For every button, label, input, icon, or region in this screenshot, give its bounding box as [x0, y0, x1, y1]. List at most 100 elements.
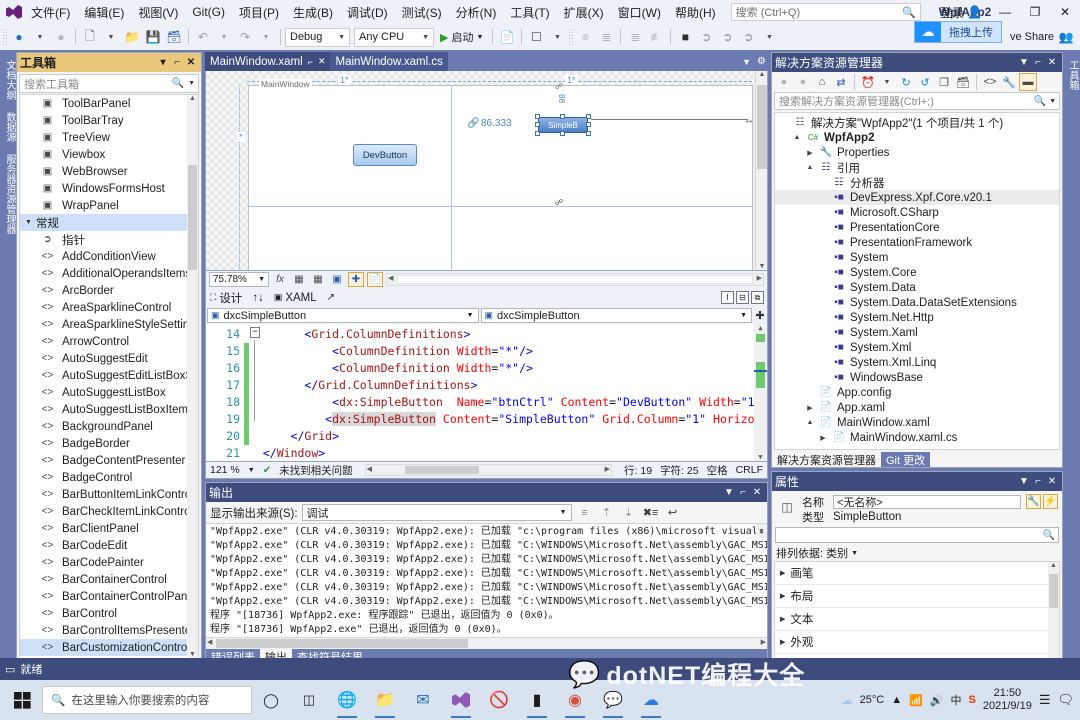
code-hscroll-thumb[interactable] — [405, 466, 479, 474]
weather-icon[interactable]: ☁ — [842, 694, 853, 707]
scroll-up-icon[interactable]: ▲ — [756, 71, 768, 78]
toolbox-item[interactable]: ▣WindowsFormsHost — [20, 180, 198, 197]
toolbox-item[interactable]: <>AreaSparklineControl — [20, 299, 198, 316]
toolbox-item[interactable]: <>ArcBorder — [20, 282, 198, 299]
show-all-files-icon[interactable]: ❐ — [935, 73, 953, 91]
collapse-all-icon[interactable]: ↺ — [916, 73, 934, 91]
toolbox-item[interactable]: <>BarButtonItemLinkControl — [20, 486, 198, 503]
solution-tree-node[interactable]: ▪■System.Net.Http — [775, 310, 1059, 325]
toolbox-item[interactable]: <>BarCheckItemLinkControl — [20, 503, 198, 520]
solution-explorer-menu-icon[interactable]: ▼ — [1017, 57, 1031, 68]
save-icon[interactable]: 💾 — [143, 26, 163, 48]
toolbox-item[interactable]: <>BadgeContentPresenter — [20, 452, 198, 469]
close-button[interactable]: ✕ — [1050, 0, 1080, 24]
toolbox-item-selected[interactable]: <>BarCustomizationControl — [20, 639, 198, 656]
designer-hscrollbar[interactable]: ◀ ▶ — [386, 273, 764, 286]
resize-handle-e[interactable] — [586, 122, 591, 127]
code-hscrollbar[interactable]: ◀ ▶ — [365, 464, 612, 476]
solution-tree-node[interactable]: ▪■System.Xml — [775, 340, 1059, 355]
solution-tree-node[interactable]: ▪■System.Data.DataSetExtensions — [775, 295, 1059, 310]
scroll-down-icon[interactable]: ▼ — [756, 263, 768, 270]
menu-item-build[interactable]: 生成(B) — [286, 1, 340, 24]
toolbox-item[interactable]: ➲指针 — [20, 231, 198, 248]
chain-link-icon-vertical[interactable]: ☍ — [555, 82, 563, 91]
menu-item-project[interactable]: 项目(P) — [232, 1, 286, 24]
wifi-icon[interactable]: 📶 — [909, 694, 923, 707]
clear-bookmarks-icon[interactable]: ➲ — [738, 26, 758, 48]
resize-handle-n[interactable] — [560, 114, 565, 119]
toolbox-search-input[interactable]: 搜索工具箱 🔍 ▼ — [19, 74, 199, 93]
toolbox-item[interactable]: ▣TreeView — [20, 129, 198, 146]
solution-tree-node[interactable]: ▲☷引用 — [775, 160, 1059, 175]
solution-tree-node[interactable]: ▶📄MainWindow.xaml.cs — [775, 430, 1059, 445]
properties-close-icon[interactable]: ✕ — [1045, 476, 1059, 487]
resize-handle-nw[interactable] — [535, 114, 540, 119]
toolbox-menu-icon[interactable]: ▾ — [156, 57, 170, 68]
upload-widget[interactable]: ☁ 拖拽上传 — [914, 21, 1002, 43]
toolbox-list[interactable]: ▣ToolBarPanel▣ToolBarTray▣TreeView▣Viewb… — [19, 94, 199, 663]
tab-list-chevron-icon[interactable]: ▼ — [742, 57, 751, 67]
properties-window-icon[interactable]: 🗃 — [954, 73, 972, 91]
properties-filter-input[interactable]: 🔍 — [775, 527, 1059, 543]
windows-start-icon[interactable] — [2, 680, 42, 720]
toolbox-pin-icon[interactable]: ⌐ — [170, 57, 184, 68]
solution-tree-node[interactable]: ▲C#WpfApp2 — [775, 130, 1059, 145]
toolbox-item[interactable]: <>BackgroundPanel — [20, 418, 198, 435]
solution-tree-node[interactable]: 📄App.config — [775, 385, 1059, 400]
new-project-dropdown-icon[interactable]: ▼ — [101, 26, 121, 48]
scroll-left-icon[interactable]: ◀ — [388, 274, 393, 282]
solution-tree-node[interactable]: ▪■System.Xml.Linq — [775, 355, 1059, 370]
sign-in-button[interactable]: 登录 👤 — [932, 4, 990, 21]
terminal-icon[interactable]: ▮ — [518, 680, 556, 720]
live-share-icon[interactable]: 👥 — [1056, 26, 1076, 48]
tab-pin-icon[interactable]: ⌐ — [308, 57, 313, 67]
menu-item-window[interactable]: 窗口(W) — [611, 1, 668, 24]
solution-tree-node[interactable]: ▪■WindowsBase — [775, 370, 1059, 385]
solution-explorer-search-input[interactable]: 搜索解决方案资源管理器(Ctrl+;) 🔍 ▼ — [774, 92, 1060, 110]
meeting-icon[interactable]: ☰ — [1039, 692, 1051, 708]
properties-pin-icon[interactable]: ⌐ — [1031, 476, 1045, 487]
wechat-icon[interactable]: 💬 — [594, 680, 632, 720]
solution-tree-node[interactable]: ▪■System.Data — [775, 280, 1059, 295]
toolbox-item[interactable]: <>BarControlItemsPresenter — [20, 622, 198, 639]
menu-item-analyze[interactable]: 分析(N) — [449, 1, 504, 24]
menu-item-test[interactable]: 测试(S) — [395, 1, 449, 24]
toolbox-item[interactable]: <>AutoSuggestEditListBoxSty… — [20, 367, 198, 384]
code-line[interactable]: </Window> — [249, 445, 767, 461]
netdisk-icon[interactable]: ☁ — [632, 680, 670, 720]
start-debug-button[interactable]: ▶ 启动 ▼ — [435, 29, 488, 45]
scroll-down-icon[interactable]: ▼ — [756, 524, 767, 538]
triangle-collapsed-icon[interactable]: ▶ — [780, 638, 785, 646]
toolbox-item[interactable]: <>BarContainerControlPanel — [20, 588, 198, 605]
navigate-forward-icon[interactable]: ● — [51, 26, 71, 48]
xaml-designer-surface[interactable]: MainWindow 1* 1* * DevButton SimpleB — [205, 71, 768, 271]
triangle-collapsed-icon[interactable]: ▶ — [780, 592, 785, 600]
code-line[interactable]: </Grid> — [249, 428, 767, 445]
bookmark-icon[interactable]: ■ — [675, 26, 695, 48]
undo-icon[interactable]: ↶ — [193, 26, 213, 48]
output-source-combo[interactable]: 调试 ▼ — [302, 504, 572, 521]
code-line[interactable]: <dx:SimpleButton Content="SimpleButton" … — [249, 411, 767, 428]
tree-expander-icon[interactable]: ▲ — [805, 164, 815, 171]
solution-tree-node[interactable]: ▪■System — [775, 250, 1059, 265]
refresh-icon[interactable]: ↻ — [897, 73, 915, 91]
snap-to-guides-icon[interactable]: ✚ — [348, 272, 364, 287]
preview-selected-items-icon[interactable]: ▬ — [1019, 73, 1037, 91]
collapse-region-icon[interactable]: − — [250, 327, 260, 338]
output-close-icon[interactable]: ✕ — [750, 487, 764, 498]
tree-expander-icon[interactable]: ▶ — [805, 149, 815, 157]
designer-scroll-thumb[interactable] — [757, 85, 767, 169]
scroll-right-icon[interactable]: ▶ — [605, 465, 610, 473]
designer-zoom-combo[interactable]: 75.78% ▼ — [209, 272, 269, 287]
comment-icon[interactable]: ≣ — [625, 26, 645, 48]
solution-tree-node[interactable]: ▪■PresentationCore — [775, 220, 1059, 235]
tab-close-icon[interactable]: ✕ — [318, 56, 326, 67]
input-method-icon[interactable]: 中 — [951, 692, 962, 708]
code-line[interactable]: </Grid.ColumnDefinitions> — [249, 377, 767, 394]
file-explorer-icon[interactable]: 📁 — [366, 680, 404, 720]
chevron-down-icon[interactable]: ▼ — [248, 467, 255, 474]
solution-tree-node[interactable]: ▪■Microsoft.CSharp — [775, 205, 1059, 220]
vtab-toolbox[interactable]: 工具箱 — [1063, 54, 1080, 96]
menu-item-tools[interactable]: 工具(T) — [503, 1, 556, 24]
navigate-backward-icon[interactable]: ● — [9, 26, 29, 48]
